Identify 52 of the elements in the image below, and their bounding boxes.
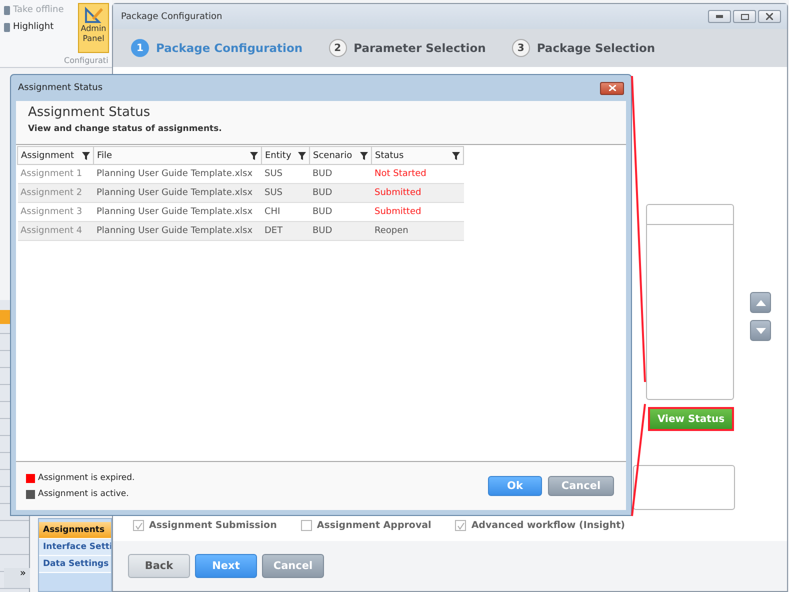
dialog-heading: Assignment Status: [28, 105, 152, 120]
option-checkbox[interactable]: Assignment Submission: [133, 520, 277, 531]
checkmark-icon: [456, 522, 465, 530]
dialog-title: Assignment Status: [18, 83, 103, 93]
window-title: Package Configuration: [121, 12, 222, 22]
checkmark-icon: [134, 522, 142, 530]
option-checkbox[interactable]: Assignment Approval: [300, 520, 432, 531]
ribbon-item[interactable]: Highlight: [4, 22, 54, 32]
wizard-step[interactable]: 2 Parameter Selection: [328, 39, 486, 57]
table-cell: Reopen: [372, 222, 464, 240]
close-icon: [608, 85, 616, 91]
ribbon-group-label: Configurati: [64, 56, 108, 65]
admin-panel-button[interactable]: Admin Panel: [78, 3, 109, 53]
column-header[interactable]: Status: [372, 146, 464, 164]
filter-icon[interactable]: [360, 152, 368, 160]
column-header[interactable]: Scenario: [310, 146, 372, 164]
filter-icon[interactable]: [452, 152, 460, 160]
nav-item[interactable]: Assignments: [39, 522, 111, 539]
close-button[interactable]: [600, 82, 624, 94]
scroll-button[interactable]: »: [4, 568, 30, 588]
option-checkbox[interactable]: Advanced workflow (Insight): [455, 520, 625, 531]
legend-label: Assignment is active.: [38, 489, 129, 499]
footer-button[interactable]: Back: [128, 554, 190, 578]
table-cell: Assignment 4: [18, 222, 94, 240]
minimize-icon: [716, 15, 723, 18]
filter-icon[interactable]: [250, 152, 258, 160]
table-cell: DET: [262, 222, 310, 240]
up-triangle-icon: [756, 300, 766, 306]
maximize-icon: [740, 14, 748, 20]
column-header[interactable]: Entity: [262, 146, 310, 164]
filter-icon[interactable]: [82, 152, 90, 160]
move-up-button[interactable]: [750, 292, 771, 313]
close-icon: [766, 13, 773, 20]
table-cell: Planning User Guide Template.xlsx: [94, 222, 262, 240]
minimize-button[interactable]: [708, 10, 731, 23]
table-cell: BUD: [310, 222, 372, 240]
table-row[interactable]: Assignment 4 Planning User Guide Template.xlsx DET BUD Reopen: [18, 222, 464, 240]
table-row[interactable]: Assignment 1 Planning User Guide Template.xlsx SUS BUD Not Started: [18, 164, 464, 184]
close-button[interactable]: [758, 10, 781, 23]
column-header[interactable]: File: [94, 146, 262, 164]
move-down-button[interactable]: [750, 320, 771, 341]
down-triangle-icon: [756, 328, 766, 334]
dialog-subtitle: View and change status of assignments.: [28, 124, 223, 134]
nav-item[interactable]: Data Settings: [39, 556, 111, 573]
drafting-tools-icon: [84, 6, 104, 24]
filter-icon[interactable]: [298, 152, 306, 160]
table-row[interactable]: Assignment 3 Planning User Guide Template.xlsx CHI BUD Submitted: [18, 202, 464, 222]
column-header[interactable]: Assignment: [18, 146, 94, 164]
table-row[interactable]: Assignment 2 Planning User Guide Template.xlsx SUS BUD Submitted: [18, 184, 464, 202]
maximize-button[interactable]: [733, 10, 756, 23]
wizard-step[interactable]: 3 Package Selection: [512, 39, 656, 57]
legend-label: Assignment is expired.: [38, 473, 135, 483]
